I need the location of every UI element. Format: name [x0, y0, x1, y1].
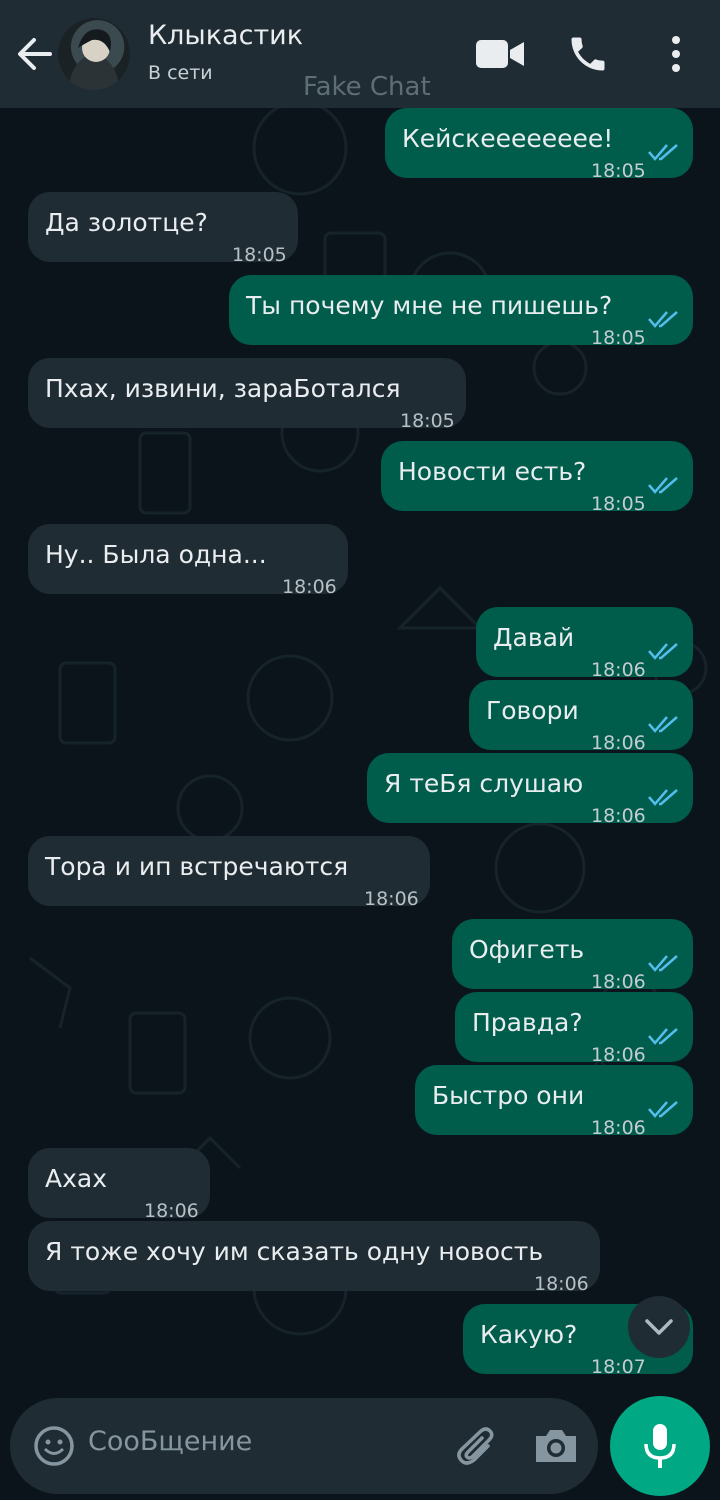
voice-call-button[interactable] [566, 32, 610, 80]
message-text: Тора и ип встречаются [45, 852, 349, 881]
message-outgoing[interactable]: Новости есть? 18:05 [381, 441, 693, 515]
message-text: Какую? [480, 1320, 578, 1349]
read-ticks-icon [648, 144, 678, 161]
message-text: Ты почему мне не пишешь? [246, 291, 613, 320]
read-ticks-icon [648, 1101, 678, 1118]
camera-icon[interactable] [532, 1426, 580, 1466]
phone-icon [571, 37, 605, 71]
read-ticks-icon [648, 311, 678, 328]
more-vert-icon [672, 36, 680, 72]
message-time: 18:05 [591, 493, 646, 515]
message-text: Офигеть [469, 935, 585, 964]
message-text: Я тоже хочу им сказать одну новость [45, 1237, 544, 1266]
chat-header: Клыкастик В сети Fake Chat [0, 0, 720, 108]
message-outgoing[interactable]: Кейскееееееее! 18:05 [385, 108, 693, 182]
message-text: Новости есть? [398, 457, 587, 486]
read-ticks-icon [648, 1028, 678, 1045]
message-time: 18:06 [282, 576, 337, 598]
message-text: Ахах [45, 1164, 108, 1193]
message-outgoing[interactable]: Правда? 18:06 [455, 992, 693, 1066]
watermark: Fake Chat [303, 72, 431, 102]
message-outgoing[interactable]: Ты почему мне не пишешь? 18:05 [229, 275, 693, 349]
message-time: 18:06 [591, 1117, 646, 1139]
read-ticks-icon [648, 716, 678, 733]
message-time: 18:05 [591, 160, 646, 182]
back-button[interactable] [14, 32, 54, 76]
message-text: Быстро они [432, 1081, 585, 1110]
video-call-button[interactable] [474, 34, 526, 78]
message-incoming[interactable]: Пхах, извини, зараБотался 18:05 [28, 358, 466, 432]
message-incoming[interactable]: Я тоже хочу им сказать одну новость 18:0… [28, 1221, 600, 1295]
message-incoming[interactable]: Ахах 18:06 [28, 1148, 210, 1222]
message-text: Пхах, извини, зараБотался [45, 374, 401, 403]
message-time: 18:06 [591, 805, 646, 827]
emoji-icon[interactable] [32, 1424, 76, 1468]
read-ticks-icon [648, 955, 678, 972]
message-text: Да золотце? [45, 208, 208, 237]
mic-icon [644, 1424, 676, 1468]
back-arrow-icon [18, 38, 52, 70]
message-text: Ну.. Была одна... [45, 540, 267, 569]
message-text: Говори [486, 696, 579, 725]
message-outgoing[interactable]: Быстро они 18:06 [415, 1065, 693, 1139]
message-incoming[interactable]: Да золотце? 18:05 [28, 192, 298, 266]
read-ticks-icon [648, 789, 678, 806]
scroll-to-bottom-button[interactable] [628, 1296, 690, 1358]
message-text: Кейскееееееее! [402, 124, 614, 153]
contact-status: В сети [148, 62, 213, 84]
voice-record-button[interactable] [610, 1396, 710, 1496]
message-input[interactable]: СооБщение [88, 1426, 252, 1457]
message-incoming[interactable]: Ну.. Была одна... 18:06 [28, 524, 348, 598]
message-incoming[interactable]: Тора и ип встречаются 18:06 [28, 836, 430, 910]
message-time: 18:05 [591, 327, 646, 349]
avatar-image [68, 29, 120, 90]
attach-icon[interactable] [454, 1424, 500, 1470]
message-text: Я теБя слушаю [384, 769, 584, 798]
message-outgoing[interactable]: Офигеть 18:06 [452, 919, 693, 993]
message-outgoing[interactable]: Давай 18:06 [476, 607, 693, 681]
message-outgoing[interactable]: Говори 18:06 [469, 680, 693, 754]
message-text: Давай [493, 623, 575, 652]
message-outgoing[interactable]: Я теБя слушаю 18:06 [367, 753, 693, 827]
video-call-icon [476, 40, 524, 68]
message-time: 18:06 [364, 888, 419, 910]
message-list[interactable]: Кейскееееееее! 18:05 Да золотце? 18:05 Т… [0, 108, 720, 1398]
avatar[interactable] [58, 18, 130, 90]
message-text: Правда? [472, 1008, 583, 1037]
read-ticks-icon [648, 477, 678, 494]
message-composer[interactable]: СооБщение [10, 1398, 598, 1494]
read-ticks-icon [648, 643, 678, 660]
more-options-button[interactable] [664, 34, 688, 78]
contact-name[interactable]: Клыкастик [148, 20, 303, 51]
chevron-down-icon [645, 1319, 673, 1335]
